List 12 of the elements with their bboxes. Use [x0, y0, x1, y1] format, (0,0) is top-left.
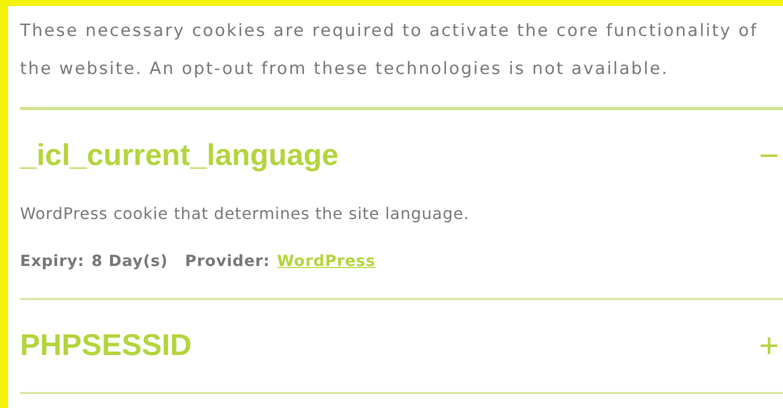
cookie-name: PHPSESSID: [20, 329, 192, 363]
cookie-name: _icl_current_language: [20, 139, 338, 173]
cookie-header[interactable]: _icl_current_language −: [20, 110, 783, 202]
toggle-sign: −: [759, 136, 780, 176]
cookie-header[interactable]: PHPSESSID +: [20, 300, 783, 394]
expiry-label: Expiry:: [20, 252, 84, 270]
toggle-sign: +: [759, 326, 780, 366]
intro-text: These necessary cookies are required to activate the core functionality of the website. An opt-out from these technologies is not available.: [19, 20, 759, 81]
provider-link[interactable]: WordPress: [277, 252, 376, 270]
expiry-value: 8 Day(s): [91, 252, 168, 270]
cookie-description: WordPress cookie that determines the site language.: [20, 203, 470, 225]
provider-label: Provider:: [184, 252, 270, 270]
